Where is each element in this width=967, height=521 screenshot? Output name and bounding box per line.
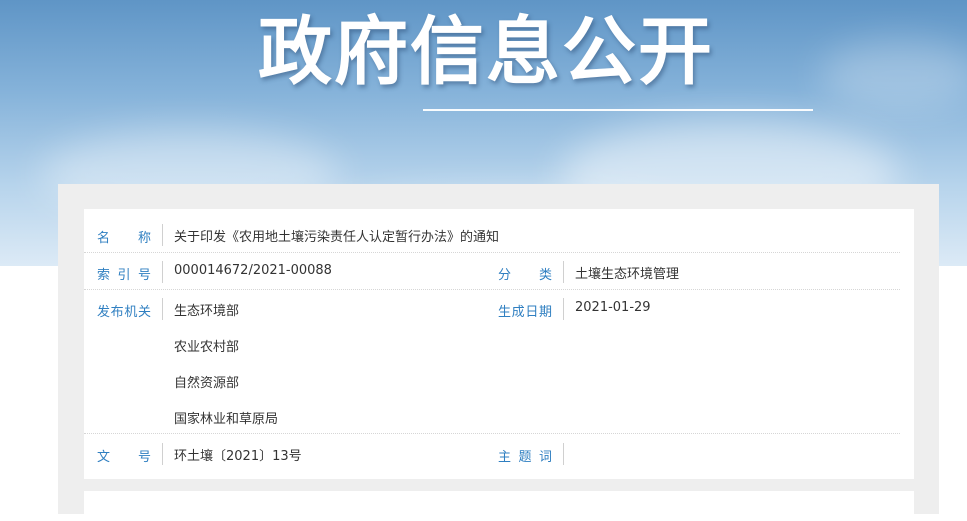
label-separator: [162, 298, 163, 320]
publisher-item: 国家林业和草原局: [174, 412, 279, 427]
content-card: [84, 491, 914, 521]
category-value: 土壤生态环境管理: [575, 267, 680, 282]
date-label: 生成日期: [498, 305, 552, 320]
publisher-item: 自然资源部: [174, 376, 240, 391]
name-label: 名称: [97, 231, 151, 246]
banner-underline: [423, 109, 813, 111]
docno-label: 文号: [97, 450, 151, 465]
publisher-label: 发布机关: [97, 305, 151, 320]
cloud-decoration: [820, 40, 967, 110]
publisher-item: 生态环境部: [174, 304, 240, 319]
name-value: 关于印发《农用地土壤污染责任人认定暂行办法》的通知: [174, 230, 500, 245]
docno-value: 环土壤〔2021〕13号: [174, 449, 302, 464]
label-separator: [563, 261, 564, 283]
date-value: 2021-01-29: [575, 300, 651, 315]
category-label: 分类: [498, 268, 552, 283]
index-value: 000014672/2021-00088: [174, 263, 332, 278]
index-label: 索引号: [97, 268, 151, 283]
banner-title: 政府信息公开: [258, 9, 714, 95]
label-separator: [563, 443, 564, 465]
label-separator: [162, 443, 163, 465]
publisher-item: 农业农村部: [174, 340, 240, 355]
keywords-label: 主题词: [498, 450, 552, 465]
label-separator: [162, 224, 163, 246]
label-separator: [563, 298, 564, 320]
label-separator: [162, 261, 163, 283]
